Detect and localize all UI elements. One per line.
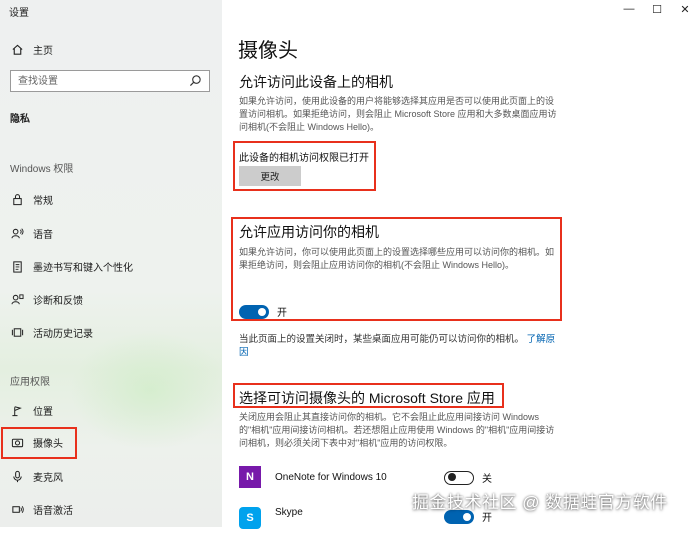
speech-icon <box>10 226 24 240</box>
group-heading-app-permissions: 应用权限 <box>10 377 50 388</box>
app-name: OneNote for Windows 10 <box>275 471 387 483</box>
watermark: 掘金技术社区 @ 数据蛙官方软件 <box>412 493 668 512</box>
sidebar-item-label: 麦克风 <box>33 472 63 484</box>
search-box[interactable] <box>10 70 210 92</box>
clipboard-icon <box>10 259 24 273</box>
note-message: 当此页面上的设置关闭时，某些桌面应用可能仍可以访问你的相机。 <box>239 334 525 345</box>
highlight-box-device-access <box>233 141 376 191</box>
sidebar-item-label: 墨迹书写和键入个性化 <box>33 262 133 274</box>
location-icon <box>10 403 24 417</box>
sidebar-item-home[interactable]: 主页 <box>0 37 222 61</box>
sidebar-item-label: 主页 <box>33 45 53 57</box>
onenote-icon: N <box>239 466 261 488</box>
highlight-box-camera <box>1 427 77 459</box>
page-title: 摄像头 <box>238 40 298 62</box>
search-input[interactable] <box>11 72 189 90</box>
window-title: 设置 <box>9 8 29 19</box>
device-access-heading: 允许访问此设备上的相机 <box>239 74 393 90</box>
sidebar-item-label: 诊断和反馈 <box>33 295 83 307</box>
app-toggle-label: 关 <box>482 474 492 485</box>
search-icon[interactable] <box>189 74 203 88</box>
highlight-box-app-access <box>231 217 562 321</box>
group-heading-windows-permissions: Windows 权限 <box>10 164 74 175</box>
sidebar-item-label: 语音 <box>33 229 53 241</box>
sidebar-item-label: 位置 <box>33 406 53 418</box>
sidebar: 设置 主页 隐私 Windows 权限 常规 语音 墨迹书写和键入个性化 <box>0 0 222 527</box>
sidebar-item-label: 常规 <box>33 195 53 207</box>
sidebar-item-location[interactable]: 位置 <box>0 398 222 422</box>
minimize-button[interactable]: — <box>614 0 644 18</box>
section-title: 隐私 <box>10 114 30 125</box>
close-button[interactable]: ✕ <box>670 0 700 18</box>
main-content: — ☐ ✕ 摄像头 允许访问此设备上的相机 如果允许访问，使用此设备的用户将能够… <box>222 0 700 529</box>
sidebar-item-speech[interactable]: 语音 <box>0 221 222 245</box>
note-text: 当此页面上的设置关闭时，某些桌面应用可能仍可以访问你的相机。 了解原因 <box>239 333 557 359</box>
lock-icon <box>10 192 24 206</box>
app-name: Skype <box>275 506 303 518</box>
home-icon <box>10 42 24 56</box>
sidebar-item-label: 活动历史记录 <box>33 328 93 340</box>
activity-history-icon <box>10 325 24 339</box>
skype-icon: S <box>239 507 261 529</box>
sidebar-item-label: 语音激活 <box>33 505 73 517</box>
sidebar-item-microphone[interactable]: 麦克风 <box>0 464 222 488</box>
sidebar-item-activity-history[interactable]: 活动历史记录 <box>0 320 222 344</box>
toggle-knob <box>448 473 456 481</box>
app-toggle-row: 关 <box>444 470 492 485</box>
device-access-description: 如果允许访问，使用此设备的用户将能够选择其应用是否可以使用此页面上的设置访问相机… <box>239 96 557 132</box>
app-toggle[interactable] <box>444 470 474 485</box>
sidebar-item-general[interactable]: 常规 <box>0 187 222 211</box>
maximize-button[interactable]: ☐ <box>642 0 672 18</box>
diagnostics-icon <box>10 292 24 306</box>
voice-activation-icon <box>10 502 24 516</box>
sidebar-item-inking-typing[interactable]: 墨迹书写和键入个性化 <box>0 254 222 278</box>
store-apps-description: 关闭应用会阻止其直接访问你的相机。它不会阻止此应用间接访问 Windows 的"… <box>239 412 555 448</box>
sidebar-item-voice-activation[interactable]: 语音激活 <box>0 497 222 521</box>
toggle-knob <box>463 512 471 521</box>
microphone-icon <box>10 469 24 483</box>
highlight-box-store-apps <box>233 383 504 408</box>
sidebar-item-diagnostics[interactable]: 诊断和反馈 <box>0 287 222 311</box>
